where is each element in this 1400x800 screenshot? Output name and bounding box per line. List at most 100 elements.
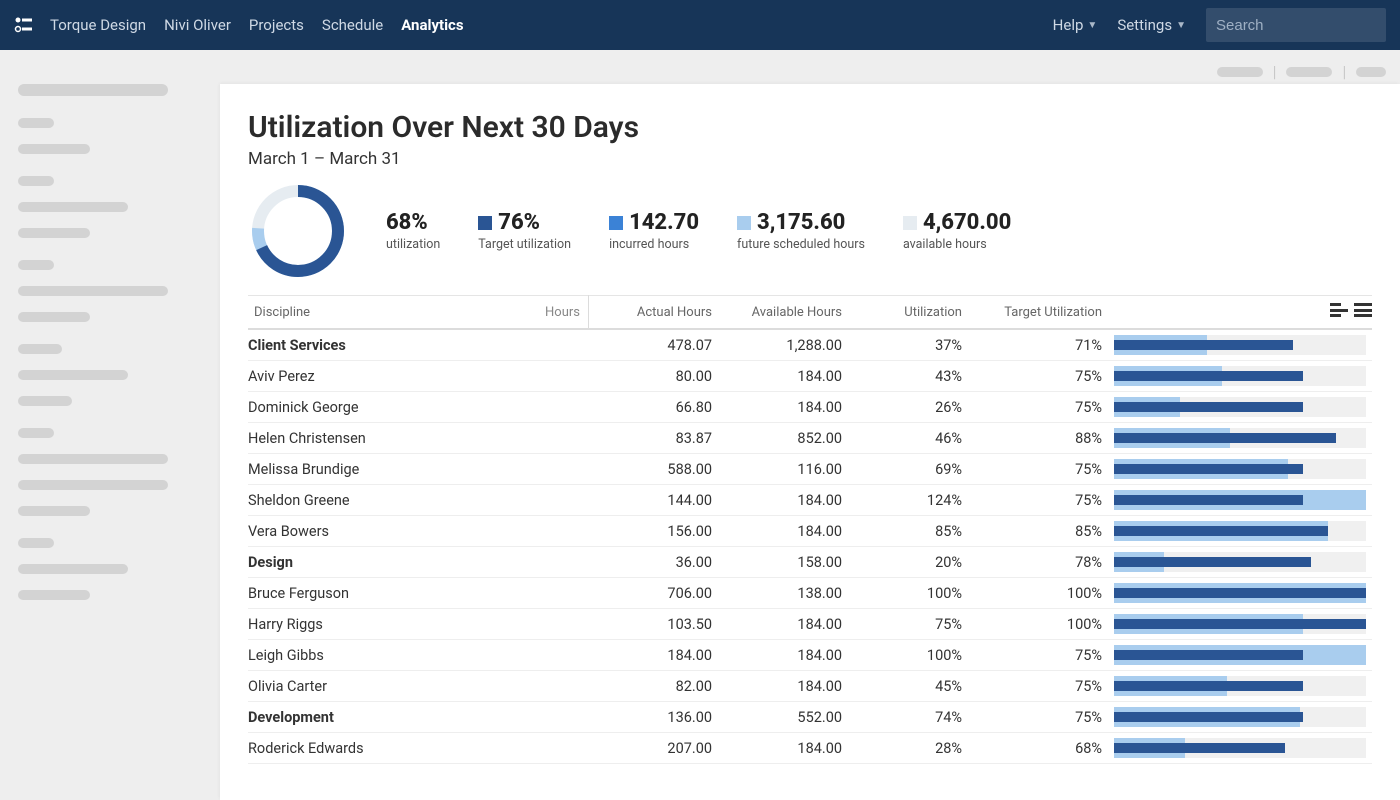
row-actual: 478.07 <box>588 337 718 354</box>
chevron-down-icon: ▼ <box>1087 20 1097 31</box>
view-compact-button[interactable] <box>1330 303 1348 317</box>
row-utilization: 20% <box>848 554 968 571</box>
row-target: 75% <box>968 368 1108 385</box>
breadcrumb-placeholder: | | <box>1217 62 1386 81</box>
row-bar <box>1108 738 1372 758</box>
row-available: 116.00 <box>718 461 848 478</box>
row-utilization: 37% <box>848 337 968 354</box>
table-row[interactable]: Roderick Edwards207.00184.0028%68% <box>248 733 1372 764</box>
table-row[interactable]: Development136.00552.0074%75% <box>248 702 1372 733</box>
col-utilization[interactable]: Utilization <box>848 305 968 320</box>
kpi-incurred-hours: 142.70 incurred hours <box>609 210 699 252</box>
row-actual: 36.00 <box>588 554 718 571</box>
table-row[interactable]: Design36.00158.0020%78% <box>248 547 1372 578</box>
row-name: Design <box>248 554 588 571</box>
kpi-value: 76% <box>498 210 540 235</box>
row-target: 71% <box>968 337 1108 354</box>
row-bar <box>1108 490 1372 510</box>
row-target: 78% <box>968 554 1108 571</box>
row-target: 100% <box>968 585 1108 602</box>
nav-link-nivi-oliver[interactable]: Nivi Oliver <box>164 16 231 34</box>
app-logo-icon[interactable] <box>14 16 34 34</box>
row-bar <box>1108 366 1372 386</box>
top-nav: Torque Design Nivi Oliver Projects Sched… <box>0 0 1400 50</box>
row-name: Olivia Carter <box>248 678 588 695</box>
row-name: Development <box>248 709 588 726</box>
row-bar <box>1108 335 1372 355</box>
row-bar <box>1108 583 1372 603</box>
table-row[interactable]: Helen Christensen83.87852.0046%88% <box>248 423 1372 454</box>
row-available: 158.00 <box>718 554 848 571</box>
row-actual: 156.00 <box>588 523 718 540</box>
utilization-table: Discipline Hours Actual Hours Available … <box>248 295 1372 764</box>
settings-menu[interactable]: Settings▼ <box>1117 16 1186 34</box>
table-row[interactable]: Dominick George66.80184.0026%75% <box>248 392 1372 423</box>
row-available: 184.00 <box>718 616 848 633</box>
row-available: 184.00 <box>718 678 848 695</box>
col-available-hours[interactable]: Available Hours <box>718 305 848 320</box>
table-row[interactable]: Melissa Brundige588.00116.0069%75% <box>248 454 1372 485</box>
row-name: Client Services <box>248 337 588 354</box>
row-name: Aviv Perez <box>248 368 588 385</box>
kpi-row: 68% utilization 76% Target utilization 1… <box>248 181 1372 281</box>
row-available: 184.00 <box>718 523 848 540</box>
table-row[interactable]: Olivia Carter82.00184.0045%75% <box>248 671 1372 702</box>
nav-link-torque-design[interactable]: Torque Design <box>50 16 146 34</box>
row-utilization: 26% <box>848 399 968 416</box>
row-actual: 588.00 <box>588 461 718 478</box>
table-row[interactable]: Sheldon Greene144.00184.00124%75% <box>248 485 1372 516</box>
row-available: 1,288.00 <box>718 337 848 354</box>
table-row[interactable]: Aviv Perez80.00184.0043%75% <box>248 361 1372 392</box>
table-row[interactable]: Leigh Gibbs184.00184.00100%75% <box>248 640 1372 671</box>
table-row[interactable]: Harry Riggs103.50184.0075%100% <box>248 609 1372 640</box>
table-row[interactable]: Client Services478.071,288.0037%71% <box>248 330 1372 361</box>
row-name: Roderick Edwards <box>248 740 588 757</box>
col-target-utilization[interactable]: Target Utilization <box>968 305 1108 320</box>
row-bar <box>1108 428 1372 448</box>
col-actual-hours[interactable]: Actual Hours <box>588 305 718 320</box>
search-input[interactable] <box>1216 17 1376 34</box>
table-row[interactable]: Vera Bowers156.00184.0085%85% <box>248 516 1372 547</box>
row-target: 100% <box>968 616 1108 633</box>
row-actual: 66.80 <box>588 399 718 416</box>
kpi-target-utilization: 76% Target utilization <box>478 210 571 252</box>
row-utilization: 46% <box>848 430 968 447</box>
nav-link-schedule[interactable]: Schedule <box>322 16 383 34</box>
search-box[interactable] <box>1206 8 1386 42</box>
view-list-button[interactable] <box>1354 303 1372 317</box>
row-actual: 136.00 <box>588 709 718 726</box>
utilization-donut <box>248 181 348 281</box>
help-menu[interactable]: Help▼ <box>1053 16 1098 34</box>
row-utilization: 69% <box>848 461 968 478</box>
kpi-value: 3,175.60 <box>757 210 845 235</box>
row-available: 184.00 <box>718 368 848 385</box>
kpi-utilization: 68% utilization <box>386 210 440 252</box>
kpi-label: incurred hours <box>609 237 699 252</box>
row-actual: 83.87 <box>588 430 718 447</box>
table-header: Discipline Hours Actual Hours Available … <box>248 296 1372 330</box>
row-bar <box>1108 676 1372 696</box>
row-available: 552.00 <box>718 709 848 726</box>
kpi-available-hours: 4,670.00 available hours <box>903 210 1011 252</box>
swatch-icon <box>737 216 751 230</box>
row-name: Dominick George <box>248 399 588 416</box>
row-target: 75% <box>968 709 1108 726</box>
nav-link-analytics[interactable]: Analytics <box>401 16 463 34</box>
nav-link-projects[interactable]: Projects <box>249 16 304 34</box>
row-utilization: 100% <box>848 647 968 664</box>
row-target: 68% <box>968 740 1108 757</box>
table-body: Client Services478.071,288.0037%71%Aviv … <box>248 330 1372 764</box>
row-target: 75% <box>968 399 1108 416</box>
kpi-label: utilization <box>386 237 440 252</box>
swatch-icon <box>609 216 623 230</box>
col-discipline[interactable]: Discipline <box>254 305 310 320</box>
row-utilization: 75% <box>848 616 968 633</box>
kpi-value: 68% <box>386 210 440 235</box>
row-name: Leigh Gibbs <box>248 647 588 664</box>
table-row[interactable]: Bruce Ferguson706.00138.00100%100% <box>248 578 1372 609</box>
row-bar <box>1108 707 1372 727</box>
row-available: 138.00 <box>718 585 848 602</box>
kpi-future-scheduled-hours: 3,175.60 future scheduled hours <box>737 210 865 252</box>
kpi-value: 4,670.00 <box>923 210 1011 235</box>
row-utilization: 43% <box>848 368 968 385</box>
